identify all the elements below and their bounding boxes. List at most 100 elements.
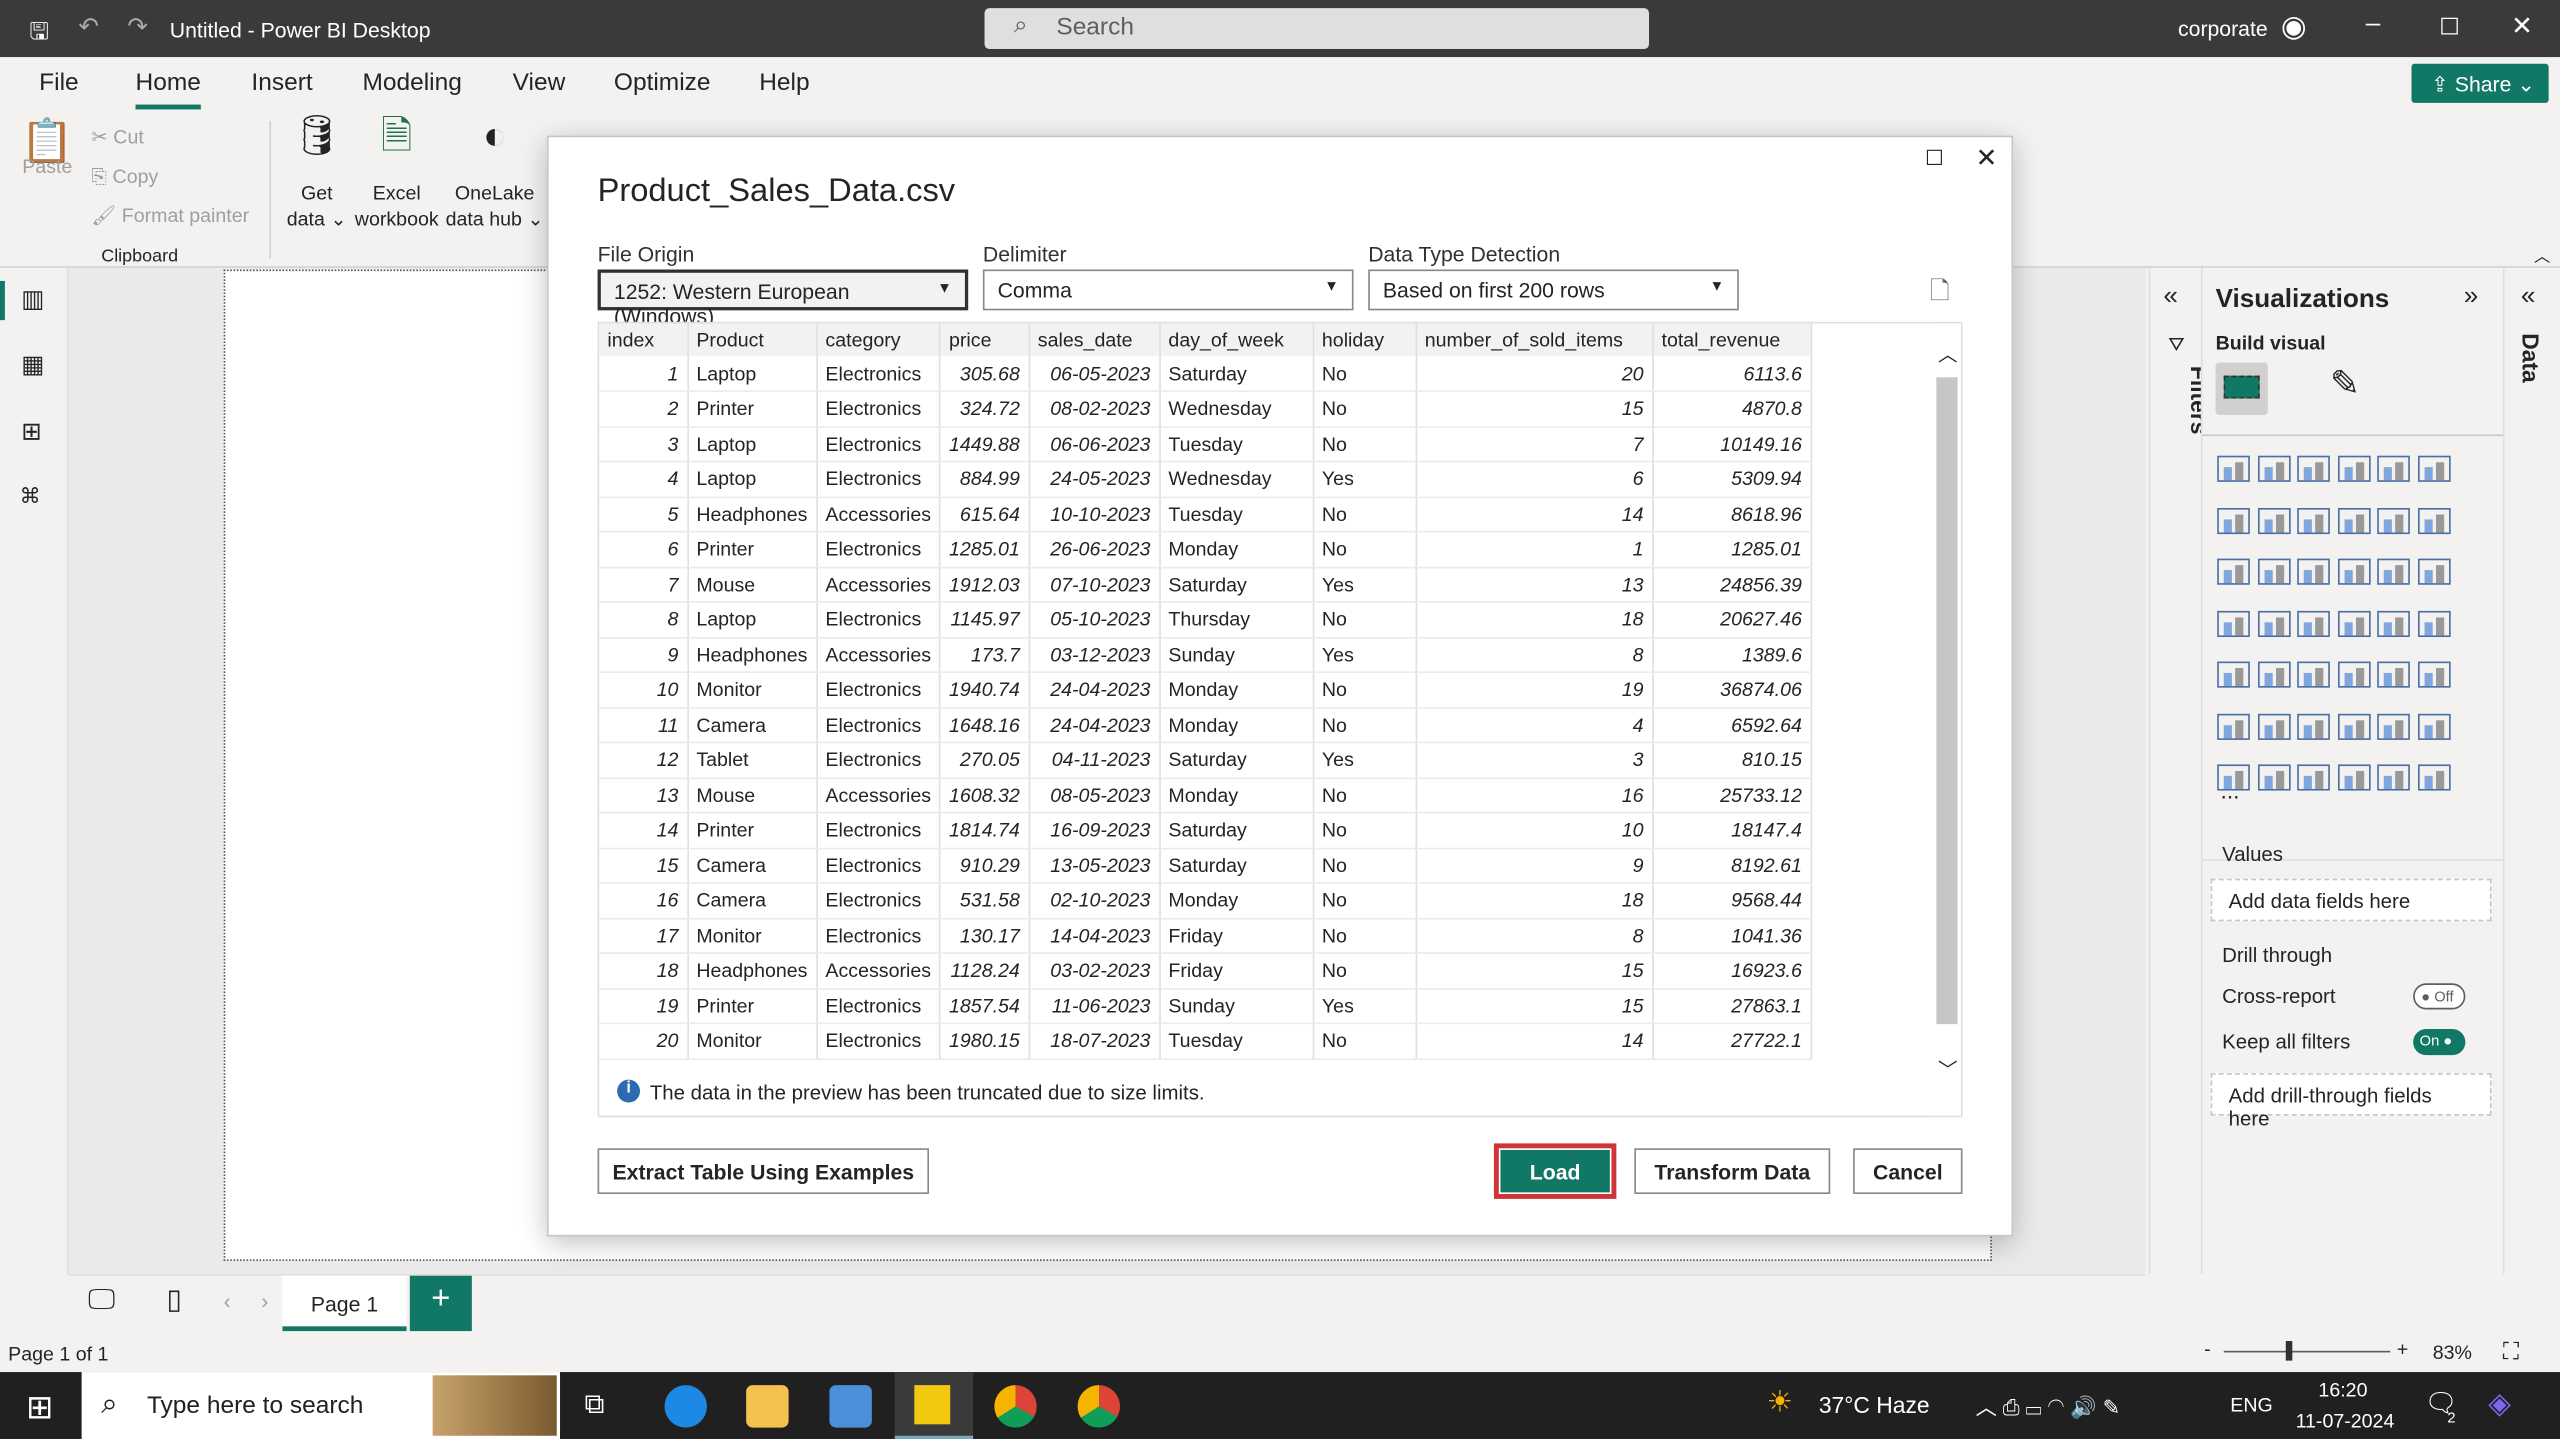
delimiter-select[interactable]: Comma ▼ (982, 269, 1354, 311)
visual-type-icon[interactable] (2417, 610, 2450, 637)
fit-to-page-icon[interactable]: ⛶ (2503, 1338, 2519, 1366)
dax-query-icon[interactable]: ⌘ (20, 483, 41, 509)
menu-modeling[interactable]: Modeling (362, 69, 461, 97)
visual-type-icon[interactable] (2377, 712, 2410, 740)
get-data-button[interactable]: 🛢 Get data ⌄ (284, 117, 349, 232)
account-icon[interactable]: ◉ (2281, 10, 2307, 44)
visual-type-icon[interactable] (2217, 712, 2250, 740)
visual-type-icon[interactable] (2377, 661, 2410, 688)
tray-icons[interactable]: ︿ ⎙ ▭ ◠ 🔊 ✎ (1976, 1390, 2121, 1421)
visual-type-icon[interactable] (2257, 455, 2290, 482)
export-file-icon[interactable]: 🗋 (1930, 274, 1950, 315)
weather-text[interactable]: 37°C Haze (1819, 1392, 1930, 1418)
visual-type-icon[interactable] (2297, 712, 2330, 740)
column-header[interactable]: sales_date (1028, 323, 1161, 357)
column-header[interactable]: day_of_week (1159, 323, 1314, 357)
maximize-button[interactable]: ☐ (2439, 13, 2460, 41)
visual-type-icon[interactable] (2217, 507, 2250, 534)
model-view-icon[interactable]: ⊞ (21, 417, 42, 446)
visual-type-icon[interactable] (2257, 661, 2290, 688)
clock-date[interactable]: 11-07-2024 (2296, 1410, 2395, 1433)
drill-through-drop-zone[interactable]: Add drill-through fields here (2210, 1073, 2492, 1130)
visual-type-icon[interactable] (2417, 764, 2450, 791)
visual-type-icon[interactable] (2297, 764, 2330, 791)
dialog-maximize-button[interactable]: ☐ (1925, 145, 1944, 171)
zoom-in-button[interactable]: + (2397, 1338, 2408, 1361)
scroll-up-icon[interactable]: ︿ (1938, 340, 1958, 368)
edge-icon[interactable] (664, 1385, 707, 1428)
cut-button[interactable]: ✂ Cut (91, 124, 143, 150)
filters-pane-collapsed[interactable]: « ⛛ Filters (2148, 267, 2212, 1275)
data-pane-collapsed[interactable]: « Data (2502, 267, 2560, 1275)
visual-type-icon[interactable] (2297, 507, 2330, 534)
visual-type-icon[interactable] (2257, 764, 2290, 791)
visual-type-icon[interactable] (2417, 507, 2450, 534)
visual-type-icon[interactable] (2337, 661, 2370, 688)
scroll-thumb[interactable] (1936, 377, 1958, 1025)
vertical-scrollbar[interactable]: ︿ ﹀ (1933, 323, 1961, 1116)
table-view-icon[interactable]: ▦ (21, 350, 44, 379)
file-explorer-icon[interactable] (746, 1385, 789, 1428)
taskbar-search[interactable]: ⌕ Type here to search (81, 1372, 561, 1439)
next-page-icon[interactable]: › (261, 1289, 268, 1314)
task-view-icon[interactable]: ⧉ (585, 1388, 605, 1421)
visual-type-icon[interactable] (2377, 610, 2410, 637)
excel-workbook-button[interactable]: 🗎 Excel workbook (349, 117, 444, 232)
detection-select[interactable]: Based on first 200 rows ▼ (1368, 269, 1739, 311)
report-view-icon[interactable]: ▥ (21, 284, 44, 314)
zoom-slider-thumb[interactable] (2285, 1341, 2293, 1361)
visual-type-icon[interactable] (2377, 558, 2410, 585)
visual-type-icon[interactable] (2377, 764, 2410, 791)
visual-type-icon[interactable] (2217, 661, 2250, 688)
dialog-close-button[interactable]: ✕ (1976, 142, 1998, 175)
cancel-button[interactable]: Cancel (1853, 1148, 1963, 1195)
menu-insert[interactable]: Insert (251, 69, 312, 97)
format-painter-button[interactable]: 🖌 Format painter (91, 203, 249, 229)
column-header[interactable]: holiday (1312, 323, 1417, 357)
visual-type-icon[interactable] (2257, 558, 2290, 585)
mobile-layout-icon[interactable]: ▯ (167, 1284, 182, 1317)
visual-type-icon[interactable] (2297, 610, 2330, 637)
windows-start-icon[interactable]: ⊞ (26, 1387, 53, 1428)
visual-type-icon[interactable] (2337, 764, 2370, 791)
visual-type-icon[interactable] (2337, 610, 2370, 637)
more-visuals-button[interactable]: ... (2220, 777, 2239, 803)
visual-type-icon[interactable] (2377, 455, 2410, 482)
visual-type-icon[interactable] (2257, 610, 2290, 637)
load-button[interactable]: Load (1500, 1149, 1610, 1193)
visual-type-icon[interactable] (2217, 610, 2250, 637)
menu-help[interactable]: Help (759, 69, 809, 97)
chrome-profile-icon[interactable] (1077, 1385, 1121, 1428)
visual-type-icon[interactable] (2417, 558, 2450, 585)
file-origin-select[interactable]: 1252: Western European (Windows) ▼ (597, 269, 969, 328)
prev-page-icon[interactable]: ‹ (224, 1289, 231, 1314)
visual-type-icon[interactable] (2297, 661, 2330, 688)
column-header[interactable]: total_revenue (1652, 323, 1812, 357)
scroll-down-icon[interactable]: ﹀ (1938, 1055, 1958, 1083)
format-visual-icon[interactable]: ✎ (2330, 363, 2360, 405)
menu-home[interactable]: Home (136, 69, 201, 97)
visual-type-icon[interactable] (2417, 712, 2450, 740)
visual-type-icon[interactable] (2257, 712, 2290, 740)
visual-type-icon[interactable] (2297, 455, 2330, 482)
undo-icon[interactable]: ↶ (78, 11, 99, 41)
menu-view[interactable]: View (513, 69, 566, 97)
visual-type-icon[interactable] (2217, 455, 2250, 482)
visual-type-icon[interactable] (2337, 558, 2370, 585)
menu-optimize[interactable]: Optimize (614, 69, 711, 97)
expand-data-icon[interactable]: « (2521, 283, 2536, 312)
clock-time[interactable]: 16:20 (2318, 1379, 2367, 1402)
minimize-button[interactable]: – (2366, 10, 2381, 39)
powerbi-taskbar-button[interactable] (894, 1372, 974, 1439)
desktop-layout-icon[interactable]: 🖵 (88, 1284, 115, 1317)
column-header[interactable]: Product (687, 323, 818, 357)
column-header[interactable]: price (940, 323, 1030, 357)
save-icon[interactable]: 🖫 (29, 15, 48, 54)
visual-type-icon[interactable] (2257, 507, 2290, 534)
column-header[interactable]: category (816, 323, 941, 357)
add-page-button[interactable]: + (409, 1275, 472, 1332)
visual-type-icon[interactable] (2417, 661, 2450, 688)
visual-type-icon[interactable] (2297, 558, 2330, 585)
copilot-icon[interactable]: ◈ (2488, 1387, 2511, 1421)
column-header[interactable]: number_of_sold_items (1415, 323, 1654, 357)
